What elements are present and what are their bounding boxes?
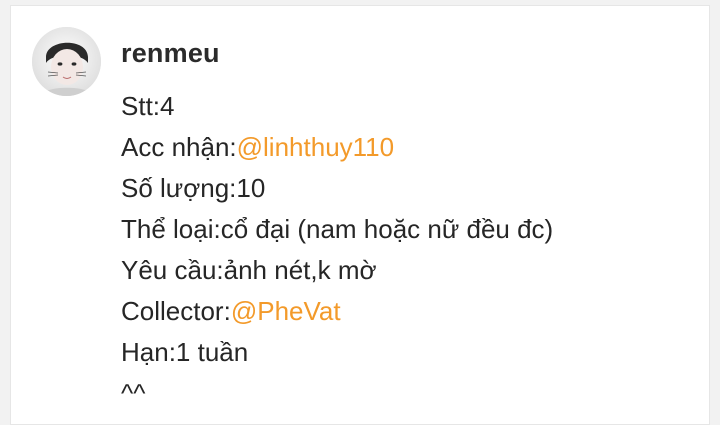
mention-link-linhthuy110[interactable]: @linhthuy110 <box>237 132 394 162</box>
comment-line-stt: Stt:4 <box>121 91 175 121</box>
comment-line-deadline: Hạn:1 tuần <box>121 337 249 367</box>
username[interactable]: renmeu <box>121 38 220 69</box>
comment-line-genre: Thể loại:cổ đại (nam hoặc nữ đều đc) <box>121 214 554 244</box>
avatar[interactable] <box>32 27 101 96</box>
collector-label: Collector: <box>121 296 231 326</box>
mention-link-phevat[interactable]: @PheVat <box>231 296 341 326</box>
comment-card: renmeu Stt:4 Acc nhận:@linhthuy110 Số lư… <box>10 5 710 425</box>
avatar-image <box>32 27 101 96</box>
comment-line-emoticon: ^^ <box>121 378 146 408</box>
comment-line-acc: Acc nhận:@linhthuy110 <box>121 127 706 168</box>
acc-label: Acc nhận: <box>121 132 237 162</box>
comment-line-requirement: Yêu cầu:ảnh nét,k mờ <box>121 255 377 285</box>
comment-line-collector: Collector:@PheVat <box>121 291 706 332</box>
comment-line-quantity: Số lượng:10 <box>121 173 266 203</box>
comment-body: Stt:4 Acc nhận:@linhthuy110 Số lượng:10 … <box>121 86 706 414</box>
